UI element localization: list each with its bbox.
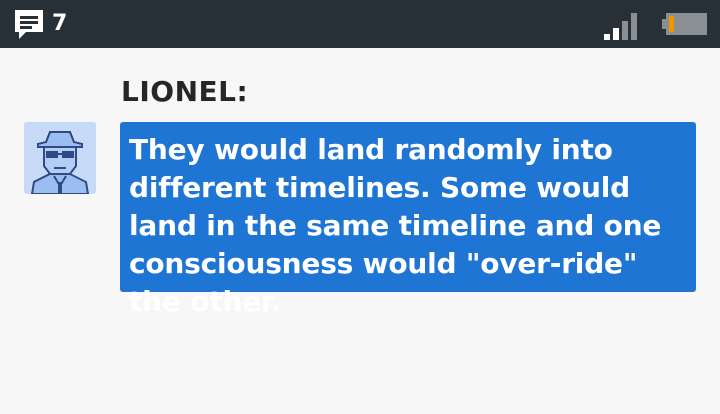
chat-bubble-icon[interactable] — [12, 8, 46, 42]
status-bar: 7 — [0, 0, 720, 48]
message-bubble: They would land randomly into different … — [120, 122, 696, 318]
speaker-avatar — [24, 122, 96, 194]
battery-low-icon — [662, 13, 707, 35]
notification-count: 7 — [52, 11, 68, 36]
message-text: They would land randomly into different … — [129, 133, 662, 318]
portrait-icon — [24, 122, 96, 194]
speaker-name: LIONEL: — [121, 75, 249, 108]
signal-strength-icon — [604, 13, 637, 40]
